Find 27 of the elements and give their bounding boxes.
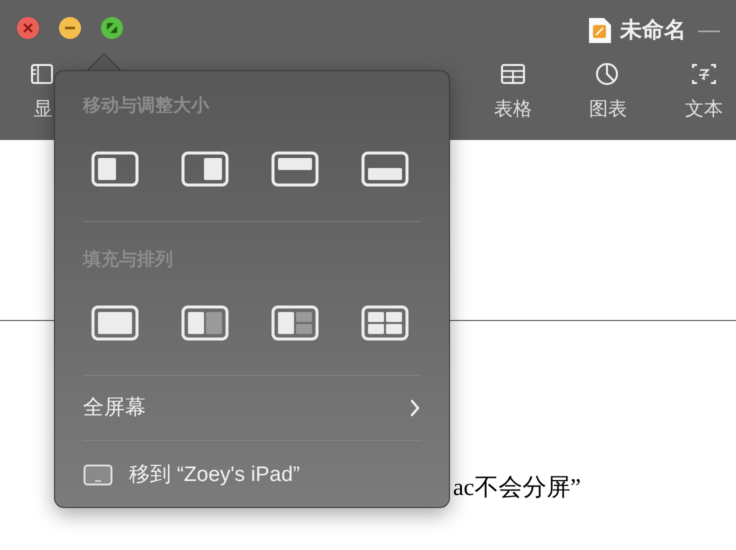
- four-pane-tile[interactable]: [361, 305, 409, 341]
- fill-tile[interactable]: [91, 305, 139, 341]
- table-icon: [500, 62, 526, 86]
- toolbar-button[interactable]: 表格: [494, 62, 532, 124]
- text-box-icon: [691, 62, 717, 86]
- toolbar-button[interactable]: 文本: [685, 62, 723, 124]
- minimize-button[interactable]: [59, 17, 81, 39]
- toolbar-button[interactable]: 图表: [589, 62, 627, 124]
- tablet-icon: [83, 464, 113, 486]
- chevron-right-icon: [409, 399, 421, 417]
- toolbar-button[interactable]: 显: [30, 62, 56, 124]
- zoom-button[interactable]: [101, 17, 123, 39]
- top-half-tile[interactable]: [271, 151, 319, 187]
- document-text: ac不会分屏”: [453, 474, 581, 503]
- close-button[interactable]: [17, 17, 39, 39]
- right-half-tile[interactable]: [181, 151, 229, 187]
- sidebar-icon: [30, 62, 56, 86]
- split-tile[interactable]: [181, 305, 229, 341]
- menu-item[interactable]: 移到 “Zoey's iPad”: [83, 459, 421, 491]
- pie-chart-icon: [595, 62, 621, 86]
- document-icon: [588, 16, 612, 44]
- menu-item[interactable]: 全屏幕: [83, 392, 421, 424]
- three-pane-tile[interactable]: [271, 305, 319, 341]
- bottom-half-tile[interactable]: [361, 151, 409, 187]
- left-half-tile[interactable]: [91, 151, 139, 187]
- title-dash: —: [698, 16, 720, 44]
- window-title: 未命名: [620, 16, 686, 44]
